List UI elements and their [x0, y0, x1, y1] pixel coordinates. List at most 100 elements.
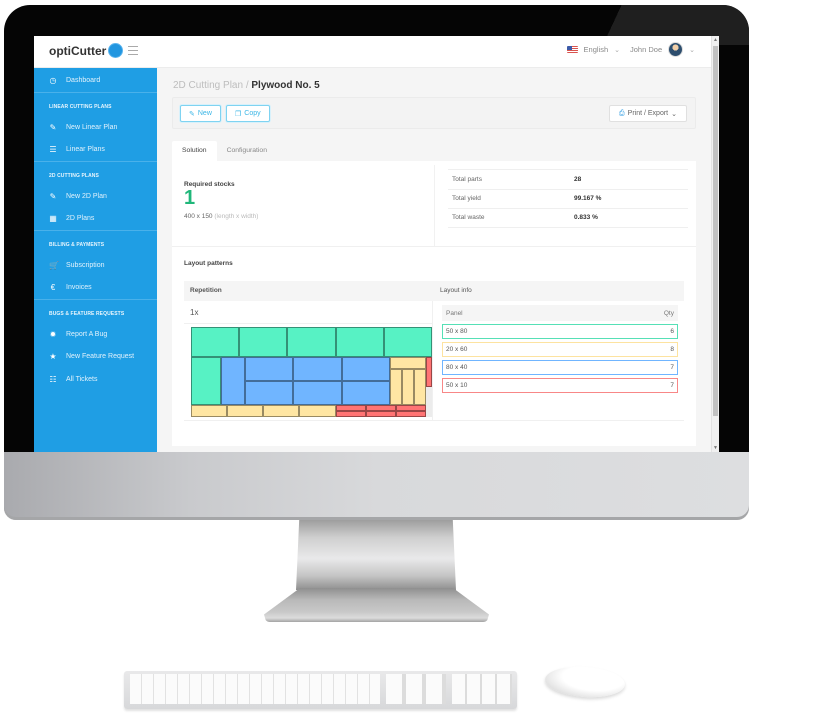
- cut-piece-20x60[interactable]: [401, 369, 414, 405]
- printer-icon: ⎙: [619, 109, 625, 117]
- panel-size: 80 x 40: [446, 364, 468, 371]
- layout-info-table: Panel Qty 50 x 80 6 20 x 60 8 80 x 40 7 50 x 1…: [442, 305, 678, 393]
- sidebar-section-title: BUGS & FEATURE REQUESTS: [34, 299, 157, 323]
- new-button[interactable]: ✎ New: [180, 105, 221, 122]
- panel-column-header: Panel: [446, 309, 463, 317]
- cut-piece-20x60[interactable]: [191, 405, 228, 417]
- cut-piece-50x10[interactable]: [395, 411, 426, 417]
- cut-piece-80x40[interactable]: [293, 357, 342, 381]
- cart-icon: 🛒: [49, 260, 59, 270]
- chevron-down-icon[interactable]: ⌄: [689, 46, 695, 54]
- tabs: Solution Configuration: [172, 141, 277, 161]
- sidebar-item-dashboard[interactable]: ◷ Dashboard: [34, 68, 157, 92]
- scrollbar-thumb[interactable]: [713, 46, 718, 416]
- panel-qty: 7: [670, 382, 674, 389]
- cut-piece-20x60[interactable]: [227, 405, 264, 417]
- keyboard-nav-keys: [386, 674, 446, 704]
- sidebar-item-2d-plans[interactable]: ▦ 2D Plans: [34, 208, 157, 231]
- cut-piece-50x80[interactable]: [335, 327, 384, 357]
- summary-row: Total yield 99.167 %: [448, 188, 688, 209]
- cut-piece-50x80[interactable]: [287, 327, 336, 357]
- cut-piece-50x80[interactable]: [383, 327, 432, 357]
- sidebar-item-label: New Feature Request: [66, 353, 135, 361]
- user-name[interactable]: John Doe: [630, 45, 662, 54]
- chevron-down-icon[interactable]: ⌄: [614, 46, 620, 54]
- scroll-up-arrow-icon[interactable]: ▲: [713, 37, 718, 43]
- avatar[interactable]: [668, 42, 684, 57]
- tab-solution[interactable]: Solution: [172, 141, 217, 161]
- panel-qty: 6: [670, 328, 674, 335]
- cutting-layout-diagram[interactable]: [191, 327, 432, 417]
- column-repetition: Repetition: [190, 287, 222, 294]
- cut-piece-80x40[interactable]: [221, 357, 246, 405]
- panel-size: 20 x 60: [446, 346, 468, 353]
- layout-info-header: Panel Qty: [442, 305, 678, 321]
- us-flag-icon: [566, 46, 578, 53]
- edit-icon: ✎: [49, 191, 57, 201]
- cut-piece-50x10[interactable]: [365, 411, 396, 417]
- panel-size: 50 x 80: [446, 328, 468, 335]
- divider: [434, 165, 435, 247]
- cut-piece-50x80[interactable]: [239, 327, 288, 357]
- print-export-button[interactable]: ⎙ Print / Export ⌄: [609, 105, 687, 122]
- sidebar-item-label: All Tickets: [66, 375, 98, 383]
- summary-key: Total parts: [452, 175, 482, 183]
- sidebar-item-linear-plans[interactable]: ☰ Linear Plans: [34, 139, 157, 162]
- tab-configuration[interactable]: Configuration: [217, 141, 277, 161]
- topbar-right: English ⌄ John Doe ⌄: [566, 42, 695, 57]
- copy-button-label: Copy: [244, 110, 261, 117]
- sidebar-item-label: New Linear Plan: [66, 123, 118, 131]
- cut-piece-80x40[interactable]: [293, 381, 342, 405]
- cut-piece-80x40[interactable]: [245, 381, 294, 405]
- solution-panel: Required stocks 1 400 x 150 (length x wi…: [172, 161, 696, 446]
- panel-row[interactable]: 20 x 60 8: [442, 342, 678, 357]
- language-selector[interactable]: English: [584, 45, 609, 54]
- sidebar-section-title: BILLING & PAYMENTS: [34, 230, 157, 254]
- new-button-label: New: [197, 110, 212, 117]
- chevron-down-icon: ⌄: [671, 110, 677, 118]
- repetition-count: 1x: [190, 308, 199, 317]
- cut-piece-20x60[interactable]: [389, 357, 426, 369]
- sidebar-item-new-2d-plan[interactable]: ✎ New 2D Plan: [34, 185, 157, 208]
- cut-piece-50x10[interactable]: [425, 357, 432, 387]
- cut-piece-20x60[interactable]: [263, 405, 300, 417]
- layout-patterns-title: Layout patterns: [184, 260, 233, 267]
- cut-piece-20x60[interactable]: [413, 369, 426, 405]
- copy-button[interactable]: ❐ Copy: [226, 105, 270, 122]
- scroll-down-arrow-icon[interactable]: ▼: [713, 445, 718, 451]
- panel-row[interactable]: 50 x 10 7: [442, 378, 678, 393]
- saw-blade-icon: [109, 44, 123, 57]
- bug-icon: ✹: [49, 329, 57, 339]
- sidebar-item-report-a-bug[interactable]: ✹ Report A Bug: [34, 323, 157, 346]
- panel-row[interactable]: 50 x 80 6: [442, 324, 678, 339]
- sidebar-item-subscription[interactable]: 🛒 Subscription: [34, 254, 157, 277]
- summary-key: Total waste: [452, 214, 485, 222]
- sidebar-item-label: New 2D Plan: [66, 192, 107, 200]
- sidebar-item-label: Invoices: [66, 284, 92, 292]
- menu-toggle-icon[interactable]: [128, 46, 138, 55]
- brand-logo[interactable]: optiCutter: [49, 44, 123, 58]
- cut-piece-80x40[interactable]: [341, 381, 390, 405]
- summary-row: Total parts 28: [448, 169, 688, 189]
- sidebar-section-title: 2D CUTTING PLANS: [34, 161, 157, 185]
- sidebar-item-invoices[interactable]: € Invoices: [34, 277, 157, 300]
- cut-piece-50x80[interactable]: [191, 357, 222, 405]
- edit-icon: ✎: [189, 110, 195, 118]
- cut-piece-80x40[interactable]: [341, 357, 390, 381]
- sidebar-section-title: LINEAR CUTTING PLANS: [34, 92, 157, 116]
- sidebar-item-new-linear-plan[interactable]: ✎ New Linear Plan: [34, 116, 157, 139]
- cut-piece-50x10[interactable]: [335, 411, 366, 417]
- cut-piece-50x80[interactable]: [191, 327, 240, 357]
- sidebar-item-new-feature-request[interactable]: ★ New Feature Request: [34, 346, 157, 369]
- cut-piece-80x40[interactable]: [245, 357, 294, 381]
- summary-row: Total waste 0.833 %: [448, 208, 688, 228]
- breadcrumb[interactable]: 2D Cutting Plan /: [173, 80, 251, 91]
- panel-row[interactable]: 80 x 40 7: [442, 360, 678, 375]
- cut-piece-20x60[interactable]: [389, 369, 402, 405]
- required-stocks-value: 1: [184, 187, 196, 209]
- summary-value: 99.167 %: [574, 195, 602, 203]
- cut-piece-20x60[interactable]: [299, 405, 336, 417]
- sidebar-item-all-tickets[interactable]: ☷ All Tickets: [34, 368, 157, 391]
- scrollbar[interactable]: ▲ ▼: [711, 36, 719, 452]
- column-layout-info: Layout info: [440, 287, 472, 294]
